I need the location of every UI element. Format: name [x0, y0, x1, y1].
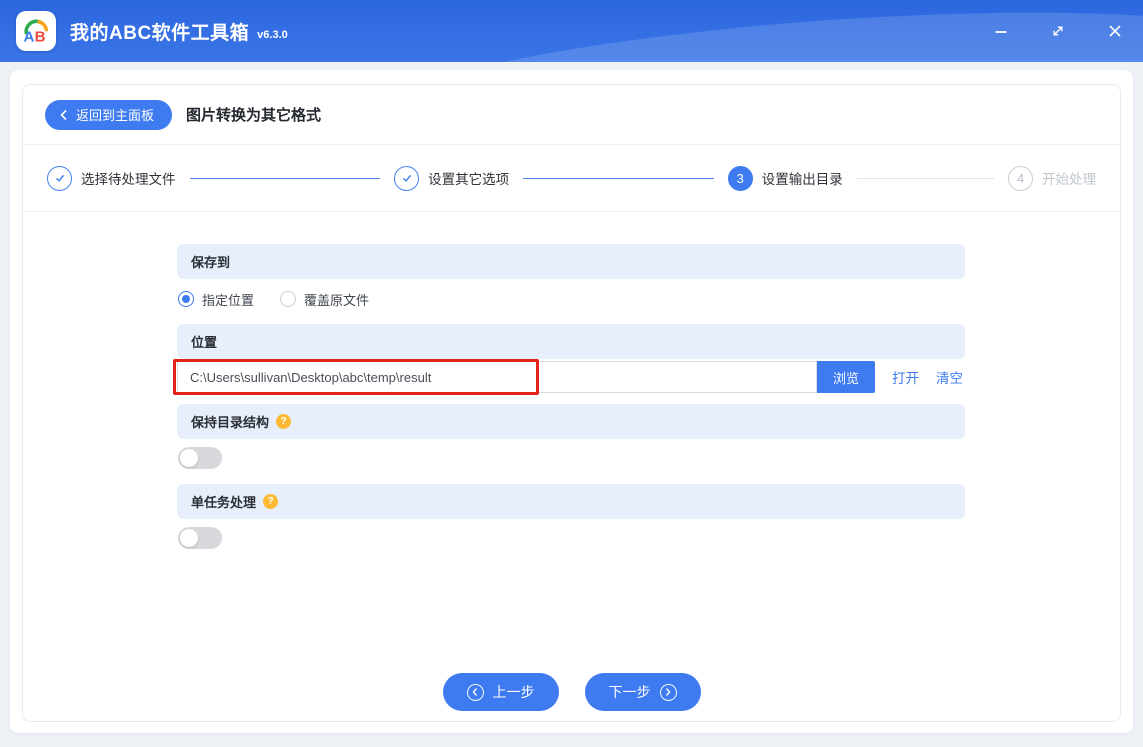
- app-logo-icon: A B: [16, 11, 56, 51]
- svg-text:B: B: [35, 29, 46, 46]
- output-path-input[interactable]: [177, 361, 817, 393]
- step3-number-badge: 3: [727, 165, 753, 191]
- titlebar: A B 我的ABC软件工具箱 v6.3.0: [0, 0, 1143, 62]
- page-title: 图片转换为其它格式: [186, 107, 322, 124]
- step4-number-badge: 4: [1008, 165, 1033, 191]
- previous-step-label: 上一步: [492, 684, 535, 700]
- chevron-left-circle-icon: [466, 683, 484, 701]
- chevron-left-icon: [60, 109, 67, 120]
- location-title: 位置: [191, 335, 218, 350]
- section-save-to: 保存到: [177, 244, 965, 279]
- keep-structure-toggle[interactable]: [178, 447, 222, 469]
- save-to-title: 保存到: [191, 255, 231, 270]
- single-task-title: 单任务处理: [191, 495, 257, 510]
- svg-text:A: A: [24, 29, 35, 46]
- save-to-options: 指定位置 覆盖原文件: [178, 288, 965, 310]
- page-header: 返回到主面板 图片转换为其它格式: [23, 85, 1120, 145]
- step3-label: 设置输出目录: [761, 172, 843, 187]
- toggle-knob: [180, 449, 198, 467]
- radio-unselected-icon: [280, 291, 297, 307]
- app-title: 我的ABC软件工具箱: [70, 22, 250, 44]
- step2-label: 设置其它选项: [428, 172, 510, 187]
- wizard-footer: 上一步 下一步: [23, 673, 1120, 711]
- clear-link[interactable]: 清空: [936, 367, 963, 387]
- content-panel: 返回到主面板 图片转换为其它格式 选择待处理文件 设置其它选项 3 设置输出目录…: [22, 84, 1121, 722]
- step1-check-icon: [47, 165, 72, 191]
- step-connector: [856, 177, 994, 179]
- radio-specified-label: 指定位置: [202, 292, 255, 308]
- section-keep-structure: 保持目录结构 ?: [177, 404, 965, 439]
- window-controls: [986, 16, 1130, 46]
- step-indicator: 选择待处理文件 设置其它选项 3 设置输出目录 4 开始处理: [23, 145, 1120, 212]
- single-task-toggle[interactable]: [178, 527, 222, 549]
- step-output-directory: 3 设置输出目录: [727, 165, 843, 191]
- form-area: 保存到 指定位置 覆盖原文件 位置 浏览: [23, 212, 1120, 549]
- section-location: 位置: [177, 324, 965, 359]
- toggle-knob: [180, 529, 198, 547]
- radio-selected-icon: [178, 291, 194, 307]
- next-step-label: 下一步: [608, 684, 651, 700]
- step-connector: [523, 177, 714, 179]
- back-button-label: 返回到主面板: [76, 108, 155, 123]
- keep-structure-title: 保持目录结构: [191, 415, 270, 430]
- step-select-files: 选择待处理文件: [47, 165, 176, 191]
- radio-overwrite-label: 覆盖原文件: [304, 292, 370, 308]
- back-to-dashboard-button[interactable]: 返回到主面板: [45, 99, 173, 130]
- step-other-options: 设置其它选项: [394, 165, 510, 191]
- step1-label: 选择待处理文件: [81, 172, 176, 187]
- help-icon[interactable]: ?: [276, 414, 292, 429]
- step-connector: [189, 177, 381, 179]
- radio-specified-location[interactable]: 指定位置: [178, 290, 254, 309]
- section-single-task: 单任务处理 ?: [177, 484, 965, 519]
- app-version: v6.3.0: [257, 28, 288, 41]
- location-input-row: 浏览 打开 清空: [173, 359, 965, 395]
- maximize-icon[interactable]: [1043, 16, 1073, 46]
- minimize-icon[interactable]: [986, 16, 1016, 46]
- app-window: A B 我的ABC软件工具箱 v6.3.0 返回到主面板 图片转换为其它格式 选…: [0, 0, 1143, 747]
- step4-label: 开始处理: [1042, 172, 1096, 187]
- main-panel: 返回到主面板 图片转换为其它格式 选择待处理文件 设置其它选项 3 设置输出目录…: [10, 70, 1133, 733]
- radio-overwrite-original[interactable]: 覆盖原文件: [280, 290, 369, 309]
- browse-button[interactable]: 浏览: [817, 361, 875, 393]
- open-link[interactable]: 打开: [892, 367, 919, 387]
- step2-check-icon: [394, 165, 420, 191]
- chevron-right-circle-icon: [659, 683, 677, 701]
- next-step-button[interactable]: 下一步: [584, 673, 701, 711]
- previous-step-button[interactable]: 上一步: [442, 673, 559, 711]
- step-start-processing: 4 开始处理: [1008, 165, 1096, 191]
- help-icon[interactable]: ?: [263, 494, 279, 509]
- close-icon[interactable]: [1100, 16, 1130, 46]
